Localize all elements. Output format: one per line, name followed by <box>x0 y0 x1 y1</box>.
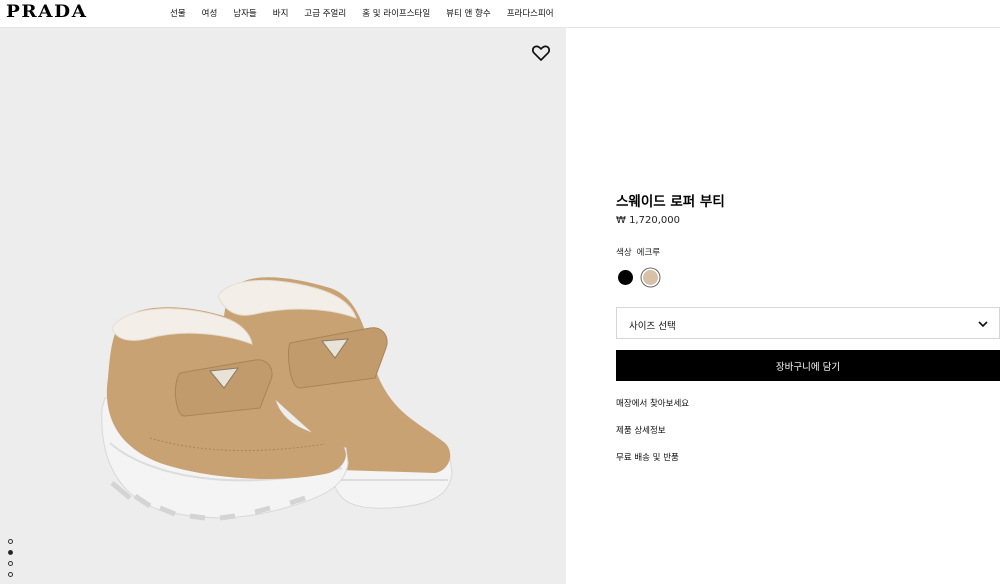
nav-item-women[interactable]: 여성 <box>202 7 218 19</box>
gallery-pagination <box>8 539 13 577</box>
nav-item-men[interactable]: 남자들 <box>233 7 256 19</box>
gallery-dot-4[interactable] <box>8 572 13 577</box>
nav-item-pradasphere[interactable]: 프라다스피어 <box>507 7 554 19</box>
add-to-cart-button[interactable]: 장바구니에 담기 <box>616 350 1000 381</box>
product-title: 스웨이드 로퍼 부티 <box>616 194 725 210</box>
nav-item-home-lifestyle[interactable]: 홈 및 라이프스타일 <box>362 7 430 19</box>
color-row: 색상 에크루 <box>616 246 660 258</box>
product-image-panel <box>0 28 566 584</box>
gallery-dot-3[interactable] <box>8 561 13 566</box>
gallery-dot-1[interactable] <box>8 539 13 544</box>
product-details-link[interactable]: 제품 상세정보 <box>616 424 666 436</box>
product-image <box>101 277 453 521</box>
size-select[interactable]: 사이즈 선택 <box>616 307 1000 339</box>
gallery-dot-2[interactable] <box>8 550 13 555</box>
main-nav: 선물 여성 남자들 바지 고급 주얼리 홈 및 라이프스타일 뷰티 앤 향수 프… <box>170 7 554 19</box>
add-to-cart-label: 장바구니에 담기 <box>775 362 841 373</box>
nav-item-gifts[interactable]: 선물 <box>170 7 186 19</box>
nav-item-fine-jewelry[interactable]: 고급 주얼리 <box>304 7 346 19</box>
prada-logo[interactable]: PRADA <box>6 2 88 22</box>
swatch-black[interactable] <box>618 270 633 285</box>
swatch-ecru[interactable] <box>643 270 658 285</box>
heart-icon[interactable] <box>531 43 551 63</box>
shipping-returns-link[interactable]: 무료 배송 및 반품 <box>616 451 679 463</box>
find-in-store-link[interactable]: 매장에서 찾아보세요 <box>616 397 689 409</box>
size-select-label: 사이즈 선택 <box>629 321 676 332</box>
site-header: PRADA 선물 여성 남자들 바지 고급 주얼리 홈 및 라이프스타일 뷰티 … <box>0 0 1000 28</box>
color-value: 에크루 <box>636 248 661 258</box>
nav-item-beauty-fragrance[interactable]: 뷰티 앤 향수 <box>446 7 491 19</box>
product-price: ₩ 1,720,000 <box>616 215 680 226</box>
color-label: 색상 <box>616 248 632 258</box>
nav-item-pants[interactable]: 바지 <box>273 7 289 19</box>
chevron-down-icon <box>978 321 988 328</box>
